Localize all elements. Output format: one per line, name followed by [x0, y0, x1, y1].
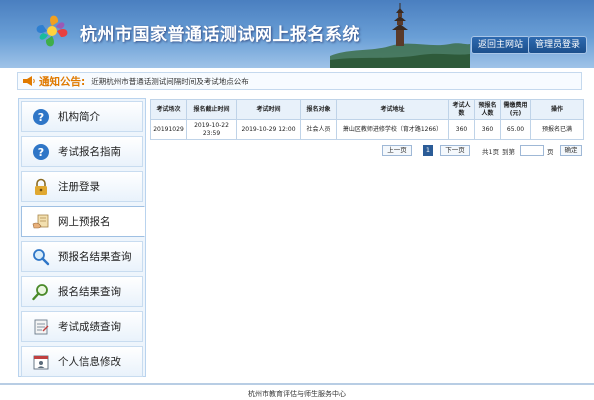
sidebar-item-registration-result-query[interactable]: 报名结果查询 — [21, 276, 143, 307]
registration-status: 预报名已满 — [530, 119, 584, 140]
table-row: 20191029 2019-10-22 23:59 2019-10-29 12:… — [150, 119, 584, 140]
svg-text:?: ? — [38, 146, 44, 159]
question-icon: ? — [33, 108, 49, 125]
table-cell: 20191029 — [150, 119, 187, 140]
sidebar-item-about[interactable]: ? 机构简介 — [21, 101, 143, 132]
prev-page-button[interactable]: 上一页 — [382, 145, 412, 156]
sidebar-item-label: 考试成绩查询 — [58, 321, 121, 333]
sidebar-item-label: 考试报名指南 — [58, 146, 121, 158]
document-icon — [34, 319, 49, 334]
goto-page-confirm-button[interactable]: 确定 — [560, 145, 582, 156]
sidebar-nav: ? 机构简介 ? 考试报名指南 注册登录 网上预报名 预报名结果查询 报名结果查… — [18, 98, 146, 377]
sidebar-item-label: 机构简介 — [58, 111, 100, 123]
sidebar-item-prereg-result-query[interactable]: 预报名结果查询 — [21, 241, 143, 272]
footer-divider — [0, 383, 594, 385]
table-cell: 社会人员 — [300, 119, 337, 140]
magnifier-icon — [32, 283, 48, 300]
sidebar-item-score-query[interactable]: 考试成绩查询 — [21, 311, 143, 342]
column-header: 操作 — [530, 99, 584, 120]
column-header: 需缴费用(元) — [500, 99, 531, 120]
notice-label: 通知公告: — [39, 75, 86, 88]
magnifier-icon — [33, 248, 50, 265]
sidebar-item-label: 预报名结果查询 — [58, 251, 132, 263]
site-header: 杭州市国家普通话测试网上报名系统 返回主网站 管理员登录 — [0, 0, 594, 68]
sidebar-item-label: 网上预报名 — [58, 216, 111, 228]
column-header: 报名截止时间 — [186, 99, 237, 120]
main-content: 考试场次 报名截止时间 考试时间 报名对象 考试地址 考试人数 预报名人数 需缴… — [150, 99, 584, 156]
hand-register-icon — [32, 214, 49, 228]
table-header-row: 考试场次 报名截止时间 考试时间 报名对象 考试地址 考试人数 预报名人数 需缴… — [150, 99, 584, 120]
table-cell: 65.00 — [500, 119, 531, 140]
column-header: 考试时间 — [236, 99, 301, 120]
column-header: 预报名人数 — [474, 99, 501, 120]
sidebar-item-label: 注册登录 — [58, 181, 100, 193]
site-title: 杭州市国家普通话测试网上报名系统 — [80, 25, 360, 45]
column-header: 考试地址 — [336, 99, 449, 120]
table-cell: 2019-10-29 12:00 — [236, 119, 301, 140]
current-page-number[interactable]: 1 — [423, 145, 433, 156]
column-header: 考试人数 — [448, 99, 475, 120]
table-cell: 360 — [448, 119, 475, 140]
question-icon: ? — [33, 143, 49, 160]
column-header: 报名对象 — [300, 99, 337, 120]
sidebar-item-exam-guide[interactable]: ? 考试报名指南 — [21, 136, 143, 167]
goto-page-label: 到第 — [502, 148, 515, 156]
pagination: 上一页 1 下一页 共1页 到第 页 确定 — [380, 145, 590, 157]
notice-bar: 通知公告: 近期杭州市普通话测试间隔时间及考试地点公布 — [17, 72, 582, 90]
goto-page-input[interactable] — [520, 145, 544, 156]
back-to-main-site-button[interactable]: 返回主网站 — [471, 36, 531, 54]
admin-login-button[interactable]: 管理员登录 — [528, 36, 588, 54]
table-cell: 萧山区教师进修学校（育才路1266） — [336, 119, 449, 140]
page-unit-label: 页 — [547, 148, 554, 156]
sidebar-item-personal-info-edit[interactable]: 个人信息修改 — [21, 346, 143, 377]
table-cell: 2019-10-22 23:59 — [186, 119, 237, 140]
lock-icon — [35, 178, 47, 195]
sidebar-item-online-preregistration[interactable]: 网上预报名 — [21, 206, 145, 237]
table-cell: 360 — [474, 119, 501, 140]
svg-text:?: ? — [38, 111, 44, 124]
sidebar-item-register-login[interactable]: 注册登录 — [21, 171, 143, 202]
total-pages-label: 共1页 — [482, 148, 500, 156]
exam-session-table: 考试场次 报名截止时间 考试时间 报名对象 考试地址 考试人数 预报名人数 需缴… — [150, 99, 584, 140]
notice-link[interactable]: 近期杭州市普通话测试间隔时间及考试地点公布 — [91, 76, 249, 87]
megaphone-icon — [23, 76, 35, 86]
footer-text: 杭州市教育评估与师生服务中心 — [248, 390, 346, 398]
next-page-button[interactable]: 下一页 — [440, 145, 470, 156]
calendar-person-icon — [33, 355, 49, 369]
sidebar-item-label: 报名结果查询 — [58, 286, 121, 298]
pinwheel-logo-icon — [36, 15, 68, 47]
sidebar-item-label: 个人信息修改 — [58, 356, 121, 368]
pagoda-scenery-image — [330, 3, 470, 68]
column-header: 考试场次 — [150, 99, 187, 120]
